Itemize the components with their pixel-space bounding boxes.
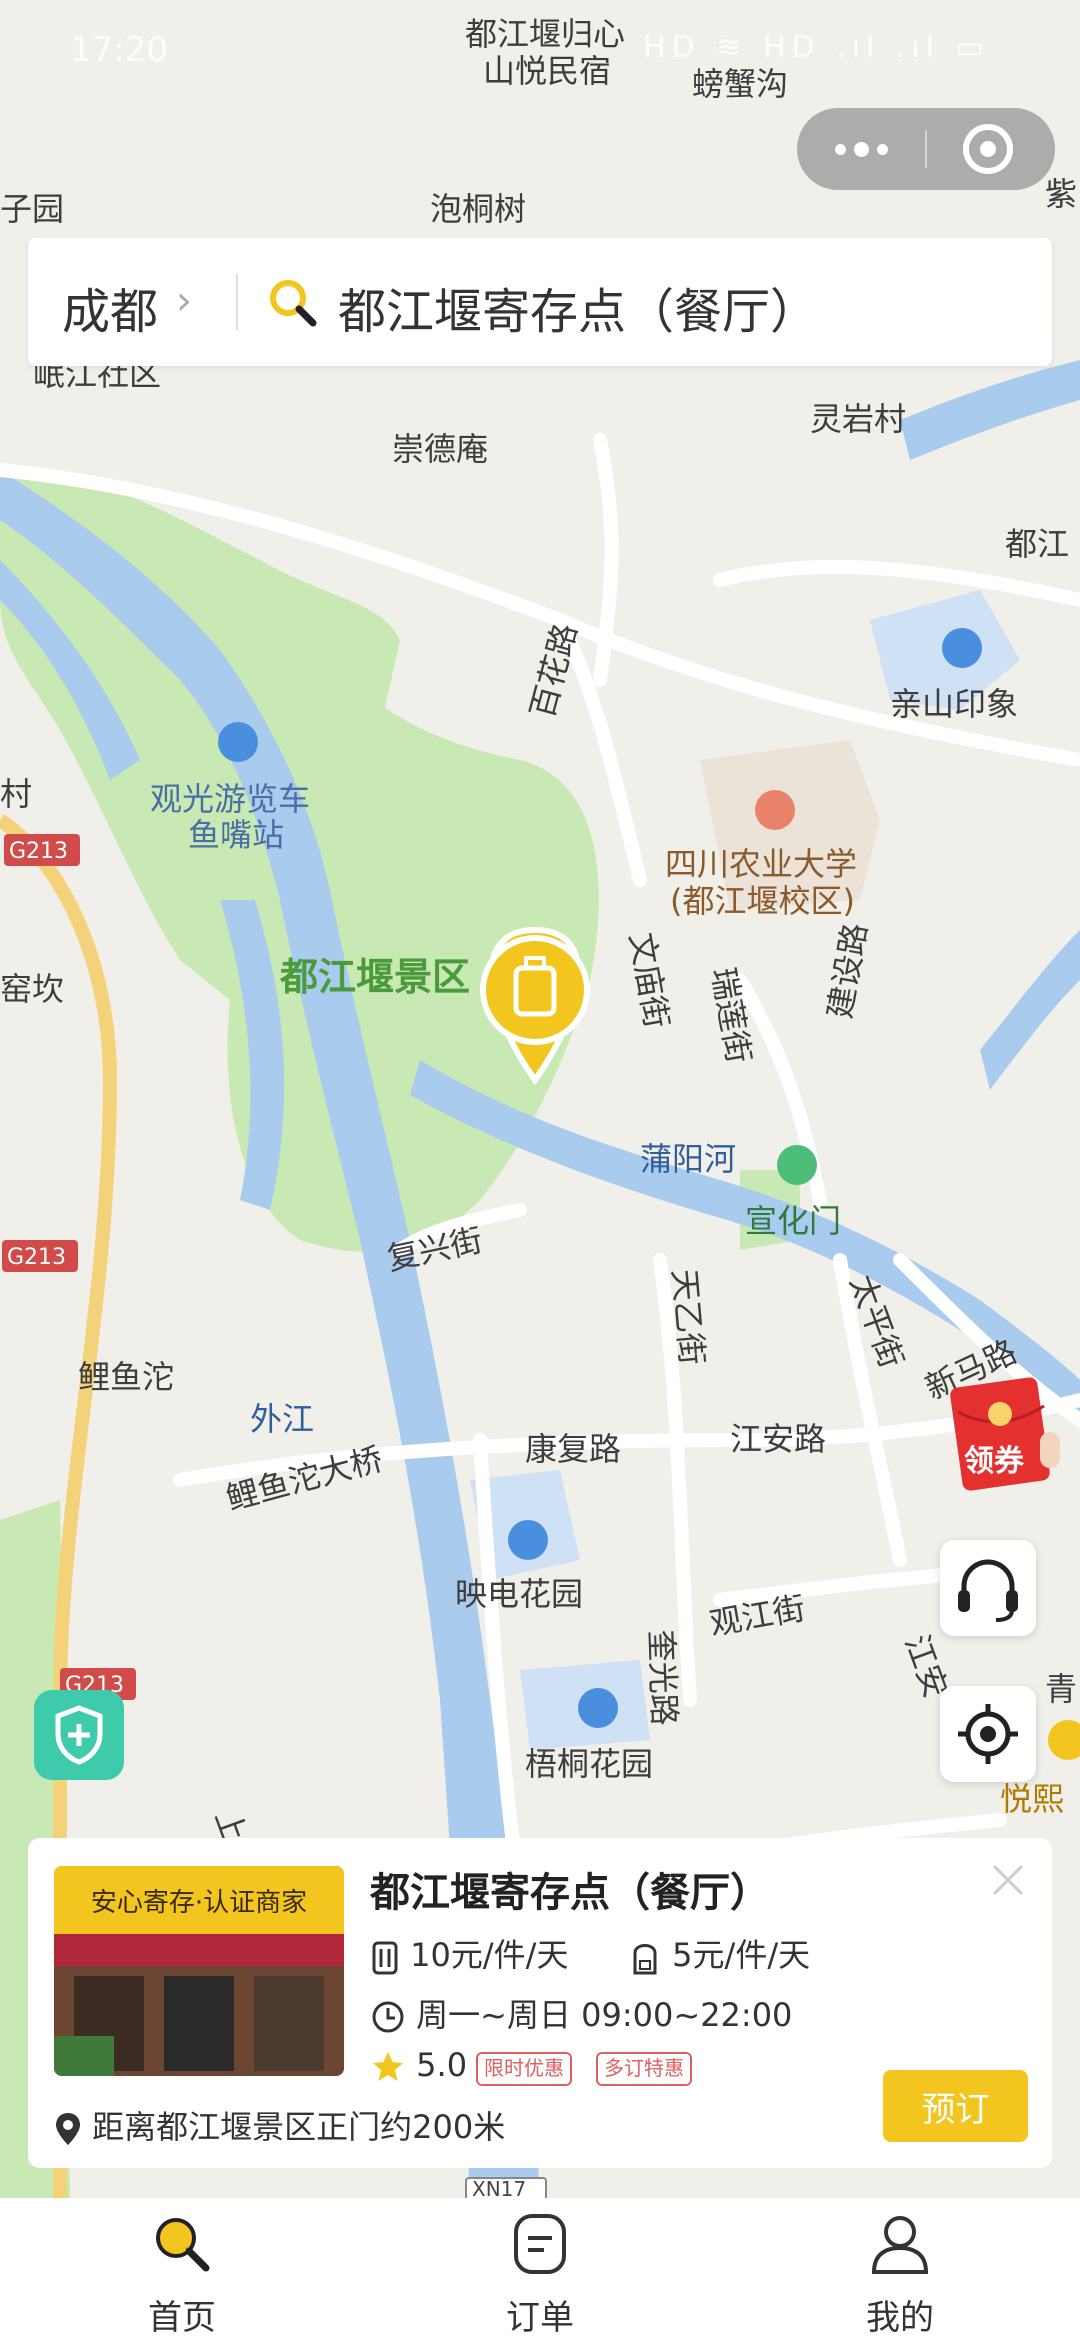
map-label: 映电花园 (455, 1575, 583, 1613)
suitcase-icon (372, 1941, 398, 1975)
promo-badge: 限时优惠 (476, 2052, 572, 2086)
map-label: 鱼嘴站 (188, 816, 284, 854)
search-input[interactable]: 都江堰寄存点（餐厅） (338, 272, 818, 342)
map-label: 宣化门 (745, 1202, 841, 1240)
map-label: 观光游览车 (150, 780, 310, 818)
customer-service-button[interactable] (940, 1540, 1036, 1636)
map-label: 外江 (250, 1400, 314, 1438)
map-label: 蒲阳河 (640, 1140, 736, 1178)
highway-shield: G213 (7, 1245, 66, 1270)
map-label: (都江堰校区) (670, 882, 855, 920)
map-label: 都江 (1005, 525, 1069, 563)
city-selector[interactable]: 成都 (62, 272, 158, 342)
highway-shield: G213 (9, 839, 68, 864)
tab-orders[interactable]: 订单 (440, 2212, 640, 2338)
status-time: 17:20 (70, 30, 168, 70)
promo-badge: 多订特惠 (596, 2052, 692, 2086)
close-circle-icon[interactable] (963, 124, 1013, 174)
miniprogram-capsule (797, 108, 1055, 190)
star-icon (373, 2052, 403, 2081)
large-price-value: 10元/件/天 (410, 1936, 569, 1974)
chevron-right-icon: › (176, 278, 192, 324)
map-label: 青 (1045, 1670, 1077, 1708)
certified-merchant-tag: 安心寄存·认证商家 (54, 1866, 344, 1934)
clock-icon (372, 2001, 404, 2033)
small-price-value: 5元/件/天 (672, 1936, 811, 1974)
map-label: 江安路 (730, 1420, 826, 1458)
more-dots-icon[interactable] (797, 108, 925, 190)
backpack-icon (633, 1944, 657, 1975)
map-label: 泡桐树 (430, 190, 526, 228)
store-rating: 5.0 (370, 2046, 467, 2085)
tab-label: 我的 (866, 2298, 934, 2338)
tab-home[interactable]: 首页 (82, 2212, 282, 2338)
map-label: 窑坎 (0, 970, 64, 1008)
bottom-tab-bar: 首页 订单 我的 (0, 2198, 1080, 2340)
tab-label: 订单 (506, 2298, 574, 2338)
store-name: 都江堰寄存点（餐厅） (370, 1870, 770, 1916)
rating-value: 5.0 (416, 2046, 468, 2084)
order-list-icon (514, 2214, 566, 2274)
map-label: 紫 (1045, 175, 1077, 213)
small-luggage-price: 5元/件/天 (628, 1930, 810, 1977)
status-bar: 17:20 HD ≋ HD .ıl .ıl ▭ (0, 0, 1080, 100)
large-luggage-price: 10元/件/天 (370, 1930, 568, 1977)
map-label: 灵岩村 (810, 400, 906, 438)
map-label: 康复路 (525, 1430, 621, 1468)
distance-value: 距离都江堰景区正门约200米 (92, 2108, 506, 2146)
shield-plus-icon (55, 1705, 103, 1765)
business-hours: 周一~周日 09:00~22:00 (370, 1990, 792, 2036)
map-label: 崇德庵 (392, 430, 488, 468)
map-label: 梧桐花园 (525, 1745, 653, 1783)
map-label: 都江堰景区 (279, 955, 470, 999)
close-icon[interactable] (988, 1860, 1028, 1900)
map-label: 鲤鱼沱 (78, 1358, 174, 1396)
map-label: 子园 (0, 190, 64, 228)
search-divider (236, 274, 238, 330)
road-number: XN17 (472, 2177, 526, 2200)
hours-value: 周一~周日 09:00~22:00 (416, 1996, 793, 2034)
coupon-button[interactable]: 领券 (948, 1372, 1060, 1492)
book-button[interactable]: 预订 (883, 2070, 1028, 2142)
tab-label: 首页 (148, 2298, 216, 2338)
map-label: 四川农业大学 (665, 845, 857, 883)
safety-shield-button[interactable] (34, 1690, 124, 1780)
locate-button[interactable] (940, 1686, 1036, 1782)
distance-info: 距离都江堰景区正门约200米 (54, 2102, 505, 2148)
store-card[interactable]: 安心寄存·认证商家 都江堰寄存点（餐厅） 10元/件/天 5元/件/天 周一~周… (28, 1838, 1052, 2168)
coupon-label: 领券 (964, 1444, 1024, 1479)
crosshair-icon (958, 1704, 1018, 1764)
map-label: 村 (0, 775, 32, 813)
location-pin-icon (56, 2113, 80, 2145)
status-indicators: HD ≋ HD .ıl .ıl ▭ (643, 30, 990, 65)
search-icon (270, 280, 317, 327)
map-label: 悦熙 (1000, 1780, 1064, 1818)
map-label: 奎光路 (642, 1629, 683, 1726)
capsule-divider (925, 130, 927, 168)
search-icon (156, 2218, 210, 2272)
user-icon (871, 2216, 929, 2274)
store-photo: 安心寄存·认证商家 (54, 1866, 344, 2076)
map-label: 亲山印象 (890, 685, 1018, 723)
search-bar[interactable]: 成都 › 都江堰寄存点（餐厅） (28, 238, 1052, 366)
tab-mine[interactable]: 我的 (800, 2212, 1000, 2338)
headset-icon (958, 1559, 1018, 1622)
